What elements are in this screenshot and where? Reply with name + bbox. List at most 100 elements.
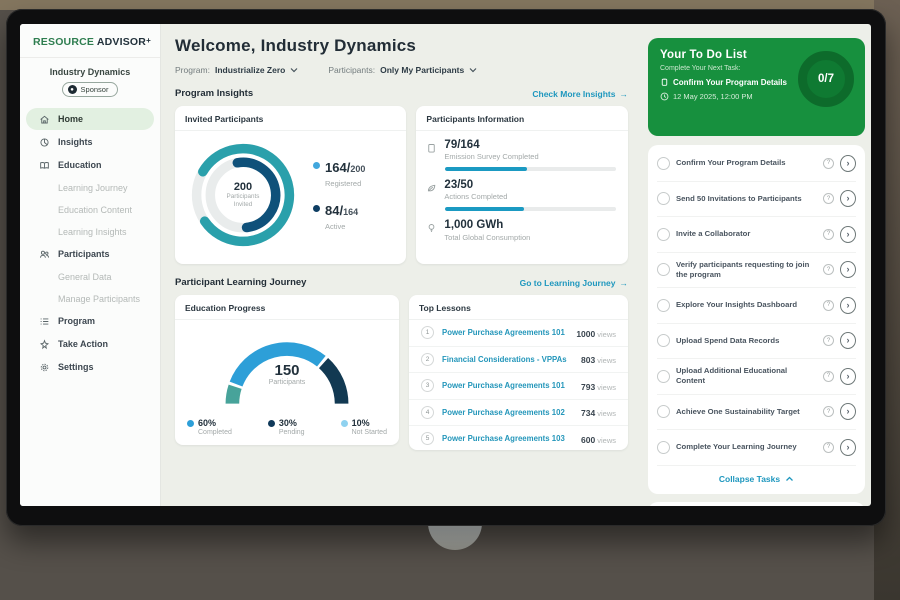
task-label[interactable]: Invite a Collaborator xyxy=(676,229,817,239)
stat-label: Total Global Consumption xyxy=(444,233,530,242)
task-label[interactable]: Verify participants requesting to join t… xyxy=(676,260,817,280)
lesson-views: 793 xyxy=(581,382,595,392)
lesson-rank: 3 xyxy=(421,379,434,392)
task-checkbox[interactable] xyxy=(657,157,670,170)
pending-dot xyxy=(268,420,275,427)
invited-donut-chart: 200 Participants Invited xyxy=(185,137,301,253)
home-icon xyxy=(39,114,50,125)
task-label[interactable]: Achieve One Sustainability Target xyxy=(676,407,817,417)
info-icon[interactable]: ? xyxy=(823,406,834,417)
donut-center-label: 200 Participants Invited xyxy=(185,137,301,253)
task-label[interactable]: Upload Additional Educational Content xyxy=(676,366,817,386)
lesson-link[interactable]: Financial Considerations - VPPAs xyxy=(442,355,573,364)
task-row: Explore Your Insights Dashboard ? › xyxy=(657,288,856,324)
program-filter-dropdown[interactable]: Program: Industrialize Zero xyxy=(175,65,298,75)
insights-icon xyxy=(39,137,50,148)
task-row: Upload Additional Educational Content ? … xyxy=(657,359,856,395)
sidebar-item-take-action[interactable]: Take Action xyxy=(26,333,154,355)
todo-next-task-label: Confirm Your Program Details xyxy=(673,78,787,87)
arrow-right-icon: → xyxy=(620,89,629,99)
gauge-value: 150 xyxy=(212,362,362,379)
sidebar-item-label: Manage Participants xyxy=(58,294,140,304)
invited-card-body: 200 Participants Invited 164/200 Registe… xyxy=(175,131,406,253)
sidebar-item-learning-journey[interactable]: Learning Journey xyxy=(26,177,154,198)
task-checkbox[interactable] xyxy=(657,192,670,205)
sidebar-item-manage-participants[interactable]: Manage Participants xyxy=(26,288,154,309)
task-label[interactable]: Confirm Your Program Details xyxy=(676,158,817,168)
lesson-views-label: views xyxy=(597,330,616,339)
registered-label: Registered xyxy=(325,179,365,188)
lesson-views-label: views xyxy=(597,383,616,392)
program-filter-value: Industrialize Zero xyxy=(215,65,285,75)
sidebar-item-label: Program xyxy=(58,316,95,326)
info-icon[interactable]: ? xyxy=(823,229,834,240)
task-checkbox[interactable] xyxy=(657,441,670,454)
invited-total-label: Participants Invited xyxy=(218,193,268,209)
task-checkbox[interactable] xyxy=(657,299,670,312)
dashboard-screen: RESOURCE ADVISOR+ Industry Dynamics ● Sp… xyxy=(20,24,871,506)
info-icon[interactable]: ? xyxy=(823,158,834,169)
stat-emission-survey: 79/164 Emission Survey Completed xyxy=(416,131,628,161)
chevron-right-button[interactable]: › xyxy=(840,403,856,420)
card-title: Participants Information xyxy=(416,106,628,131)
todo-progress-ring: 0/7 xyxy=(798,51,854,107)
collapse-tasks-link[interactable]: Collapse Tasks xyxy=(657,466,856,493)
info-icon[interactable]: ? xyxy=(823,300,834,311)
sidebar-item-participants[interactable]: Participants xyxy=(26,243,154,265)
info-icon[interactable]: ? xyxy=(823,442,834,453)
lesson-views-label: views xyxy=(597,409,616,418)
chevron-right-button[interactable]: › xyxy=(840,155,856,172)
sidebar-item-insights[interactable]: Insights xyxy=(26,131,154,153)
sidebar-item-program[interactable]: Program xyxy=(26,310,154,332)
info-icon[interactable]: ? xyxy=(823,371,834,382)
task-row: Upload Spend Data Records ? › xyxy=(657,324,856,360)
chevron-right-button[interactable]: › xyxy=(840,261,856,278)
lesson-link[interactable]: Power Purchase Agreements 102 xyxy=(442,408,573,417)
sidebar-item-general-data[interactable]: General Data xyxy=(26,266,154,287)
lesson-link[interactable]: Power Purchase Agreements 101 xyxy=(442,328,568,337)
lesson-rank: 2 xyxy=(421,353,434,366)
sidebar-item-learning-insights[interactable]: Learning Insights xyxy=(26,221,154,242)
task-checkbox[interactable] xyxy=(657,263,670,276)
gauge-center-label: 150 Participants xyxy=(212,362,362,386)
task-label[interactable]: Send 50 Invitations to Participants xyxy=(676,194,817,204)
chevron-right-button[interactable]: › xyxy=(840,332,856,349)
sponsor-badge-label: Sponsor xyxy=(81,85,109,94)
task-label[interactable]: Upload Spend Data Records xyxy=(676,336,817,346)
gauge-label: Participants xyxy=(212,379,362,386)
info-icon[interactable]: ? xyxy=(823,264,834,275)
info-icon[interactable]: ? xyxy=(823,335,834,346)
info-icon[interactable]: ? xyxy=(823,193,834,204)
chevron-right-button[interactable]: › xyxy=(840,297,856,314)
sidebar-item-home[interactable]: Home xyxy=(26,108,154,130)
chevron-right-button[interactable]: › xyxy=(840,439,856,456)
sidebar-item-label: Home xyxy=(58,114,83,124)
collapse-label: Collapse Tasks xyxy=(719,474,780,484)
chevron-right-button[interactable]: › xyxy=(840,368,856,385)
leaf-icon xyxy=(426,182,437,194)
chevron-right-button[interactable]: › xyxy=(840,190,856,207)
check-more-insights-link[interactable]: Check More Insights → xyxy=(532,89,628,99)
lesson-views-label: views xyxy=(597,436,616,445)
sidebar-item-education-content[interactable]: Education Content xyxy=(26,199,154,220)
card-title: Education Progress xyxy=(175,295,399,320)
task-checkbox[interactable] xyxy=(657,370,670,383)
task-label[interactable]: Explore Your Insights Dashboard xyxy=(676,300,817,310)
lesson-views: 600 xyxy=(581,435,595,445)
chevron-right-button[interactable]: › xyxy=(840,226,856,243)
lesson-link[interactable]: Power Purchase Agreements 101 xyxy=(442,381,573,390)
sidebar-item-settings[interactable]: Settings xyxy=(26,356,154,378)
participants-filter-dropdown[interactable]: Participants: Only My Participants xyxy=(328,65,477,75)
task-row: Complete Your Learning Journey ? › xyxy=(657,430,856,466)
todo-header-card: Your To Do List Complete Your Next Task:… xyxy=(648,38,865,136)
sidebar-item-education[interactable]: Education xyxy=(26,154,154,176)
lesson-link[interactable]: Power Purchase Agreements 103 xyxy=(442,434,573,443)
section-title-learning-journey: Participant Learning Journey xyxy=(175,277,306,288)
task-checkbox[interactable] xyxy=(657,405,670,418)
lesson-row: 2 Financial Considerations - VPPAs 803vi… xyxy=(409,347,628,374)
program-filter-label: Program: xyxy=(175,65,210,75)
task-checkbox[interactable] xyxy=(657,334,670,347)
task-checkbox[interactable] xyxy=(657,228,670,241)
task-label[interactable]: Complete Your Learning Journey xyxy=(676,442,817,452)
go-to-learning-journey-link[interactable]: Go to Learning Journey → xyxy=(520,278,628,288)
